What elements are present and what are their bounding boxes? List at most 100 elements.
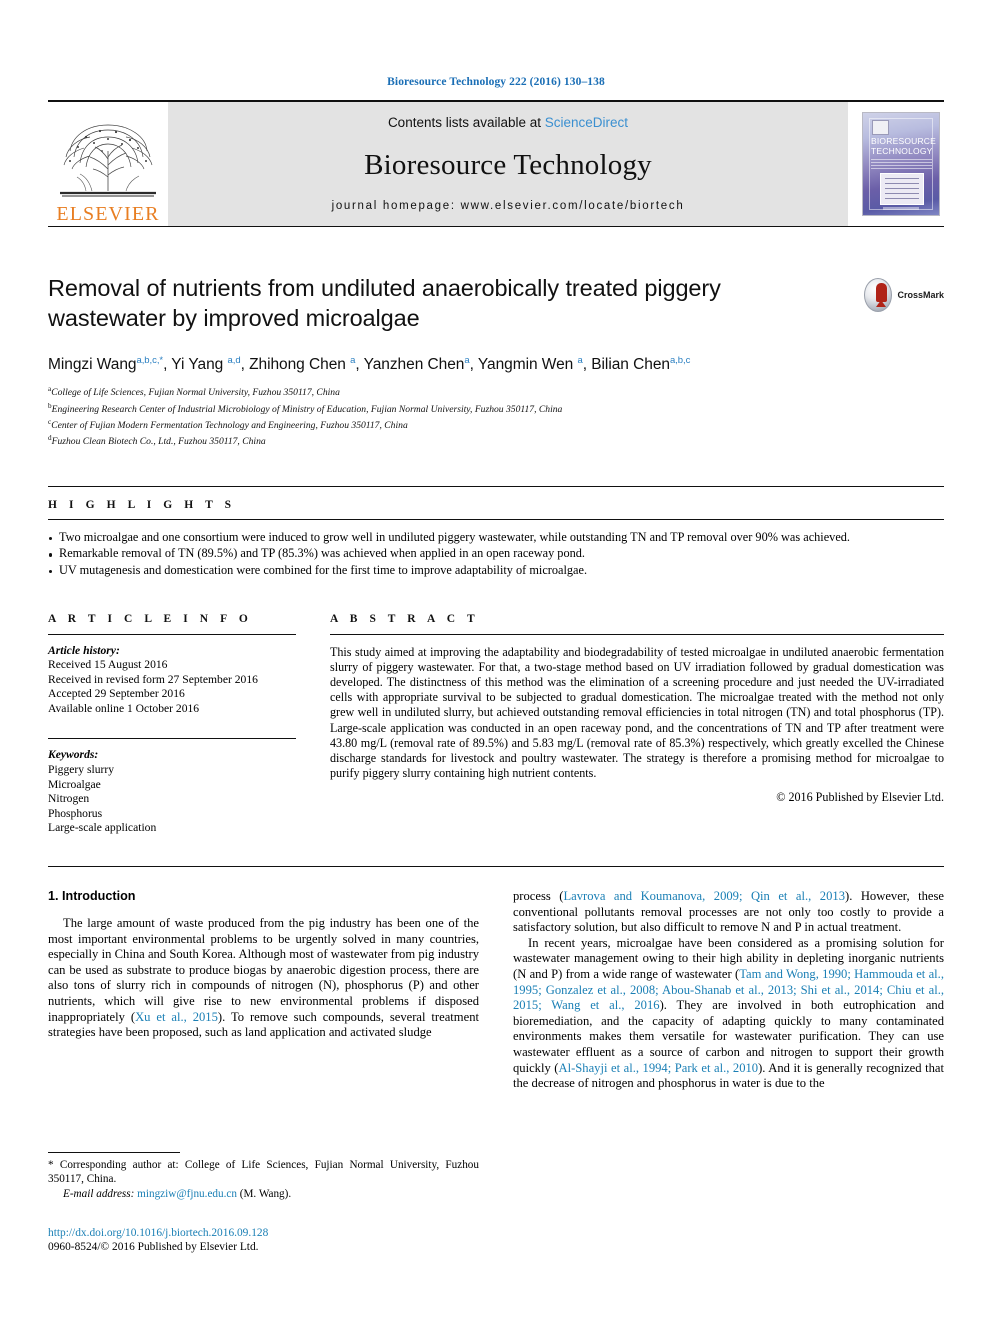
info-abstract-row: A R T I C L E I N F O Article history: R… [48,613,944,837]
article-history-label: Article history: [48,643,120,657]
list-item: Two microalgae and one consortium were i… [48,530,944,546]
email-label: E-mail address: [63,1188,135,1201]
body-column-right: process (Lavrova and Koumanova, 2009; Qi… [513,889,944,1092]
cover-figure [880,173,924,205]
author-item[interactable]: Yi Yang a,d [171,355,241,374]
body-columns: 1. Introduction The large amount of wast… [48,889,944,1092]
keyword-item: Large-scale application [48,821,157,835]
affiliation-item: dFuzhou Clean Biotech Co., Ltd., Fuzhou … [48,432,944,448]
highlights-section: H I G H L I G H T S Two microalgae and o… [48,485,944,579]
email-note: E-mail address: mingziw@fjnu.edu.cn (M. … [48,1188,479,1202]
journal-homepage[interactable]: journal homepage: www.elsevier.com/locat… [332,200,685,212]
keyword-item: Phosphorus [48,806,103,820]
keywords-label: Keywords: [48,748,99,762]
doi-block: http://dx.doi.org/10.1016/j.biortech.201… [48,1226,479,1255]
doi-link[interactable]: http://dx.doi.org/10.1016/j.biortech.201… [48,1227,268,1239]
body-column-gap [479,889,513,1092]
highlights-list: Two microalgae and one consortium were i… [48,520,944,579]
cover-footer-bar [883,207,919,210]
keyword-item: Nitrogen [48,792,90,806]
keyword-item: Piggery slurry [48,763,115,777]
masthead-bottom-rule [48,226,944,227]
author-item[interactable]: Mingzi Wanga,b,c,* [48,355,163,374]
journal-cover-image: BIORESOURCE TECHNOLOGY [862,112,940,216]
column-gap [296,613,330,837]
body-column-left: 1. Introduction The large amount of wast… [48,889,479,1092]
author-sep: , [355,356,364,374]
running-head: Bioresource Technology 222 (2016) 130–13… [387,76,605,88]
history-item: Accepted 29 September 2016 [48,687,185,701]
author-name: Bilian Chen [591,356,670,374]
author-name: Yi Yang [171,356,228,374]
author-name: Mingzi Wang [48,356,137,374]
affiliation-item: cCenter of Fujian Modern Fermentation Te… [48,416,944,432]
history-item: Available online 1 October 2016 [48,701,200,715]
article-info-heading: A R T I C L E I N F O [48,612,253,625]
crossmark-icon [864,278,893,312]
author-item[interactable]: Zhihong Chen a [249,355,355,374]
journal-cover: BIORESOURCE TECHNOLOGY [858,102,944,226]
abstract-heading: A B S T R A C T [330,612,480,625]
author-sep: , [240,356,250,374]
body-top-rule [48,866,944,868]
keywords-block: Keywords: Piggery slurry Microalgae Nitr… [48,739,296,836]
author-name: Yangmin Wen [477,356,578,374]
cover-elsevier-mark [872,120,889,135]
section-heading-introduction: 1. Introduction [48,889,136,904]
crossmark-label: CrossMark [897,290,944,300]
issn-copyright: 0960-8524/© 2016 Published by Elsevier L… [48,1241,259,1254]
cover-title-line2: TECHNOLOGY [871,145,933,156]
author-affil-marks: a,b,c, [136,355,160,366]
journal-masthead: ELSEVIER Contents lists available at Sci… [48,102,944,226]
page-title: Removal of nutrients from undiluted anae… [48,275,721,331]
page-content: Bioresource Technology 222 (2016) 130–13… [48,0,944,1092]
author-affil-marks: a,b,c [669,355,691,366]
author-item[interactable]: Bilian Chena,b,c [591,355,691,374]
journal-title: Bioresource Technology [364,148,652,181]
footnote-rule [48,1152,180,1153]
author-item[interactable]: Yangmin Wen a [477,355,583,374]
cover-title-text: BIORESOURCE TECHNOLOGY [871,136,936,156]
affiliation-item: bEngineering Research Center of Industri… [48,400,944,416]
abstract-text: This study aimed at improving the adapta… [330,644,944,781]
elsevier-logo: ELSEVIER [48,102,168,226]
author-sep: , [469,356,478,374]
author-name: Yanzhen Chen [363,356,465,374]
crossmark-badge[interactable]: CrossMark [864,273,944,317]
email-link[interactable]: mingziw@fjnu.edu.cn [137,1188,237,1200]
affiliation-list: aCollege of Life Sciences, Fujian Normal… [48,383,944,449]
affiliation-text: College of Life Sciences, Fujian Normal … [51,387,340,399]
contents-lists-line: Contents lists available at ScienceDirec… [388,115,628,130]
affiliation-text: Engineering Research Center of Industria… [51,403,563,415]
highlights-heading: H I G H L I G H T S [48,498,236,511]
paragraph: The large amount of waste produced from … [48,916,479,1041]
sciencedirect-link[interactable]: ScienceDirect [545,115,628,130]
paragraph: In recent years, microalgae have been co… [513,936,944,1092]
contents-prefix: Contents lists available at [387,115,545,130]
citation-link[interactable]: Xu et al., 2015 [135,1010,218,1024]
citation-link[interactable]: Lavrova and Koumanova, 2009; Qin et al.,… [563,889,845,903]
citation-link[interactable]: Al-Shayji et al., 1994; Park et al., 201… [559,1061,759,1075]
email-suffix: (M. Wang). [239,1188,292,1201]
title-block: Removal of nutrients from undiluted anae… [48,273,944,339]
masthead-band: Contents lists available at ScienceDirec… [168,102,848,226]
paragraph-text: The large amount of waste produced from … [48,916,479,1024]
affiliation-item: aCollege of Life Sciences, Fujian Normal… [48,383,944,399]
author-name: Zhihong Chen [249,356,351,374]
author-affil-marks: a,d [227,355,241,366]
abstract-column: A B S T R A C T This study aimed at impr… [330,613,944,837]
history-item: Received 15 August 2016 [48,658,168,672]
list-item: Remarkable removal of TN (89.5%) and TP … [48,546,944,562]
footnote-block: * Corresponding author at: College of Li… [48,1152,479,1255]
corresponding-author-note: * Corresponding author at: College of Li… [48,1159,479,1185]
list-item: UV mutagenesis and domestication were co… [48,563,944,579]
highlights-top-rule [48,485,944,487]
paragraph: process (Lavrova and Koumanova, 2009; Qi… [513,889,944,936]
article-info-column: A R T I C L E I N F O Article history: R… [48,613,296,837]
author-item[interactable]: Yanzhen Chena [363,355,470,374]
elsevier-tree-icon [60,124,156,197]
affiliation-text: Fuzhou Clean Biotech Co., Ltd., Fuzhou 3… [51,436,266,448]
abstract-copyright: © 2016 Published by Elsevier Ltd. [776,790,944,805]
author-sep: , [582,356,592,374]
elsevier-wordmark: ELSEVIER [56,203,160,225]
